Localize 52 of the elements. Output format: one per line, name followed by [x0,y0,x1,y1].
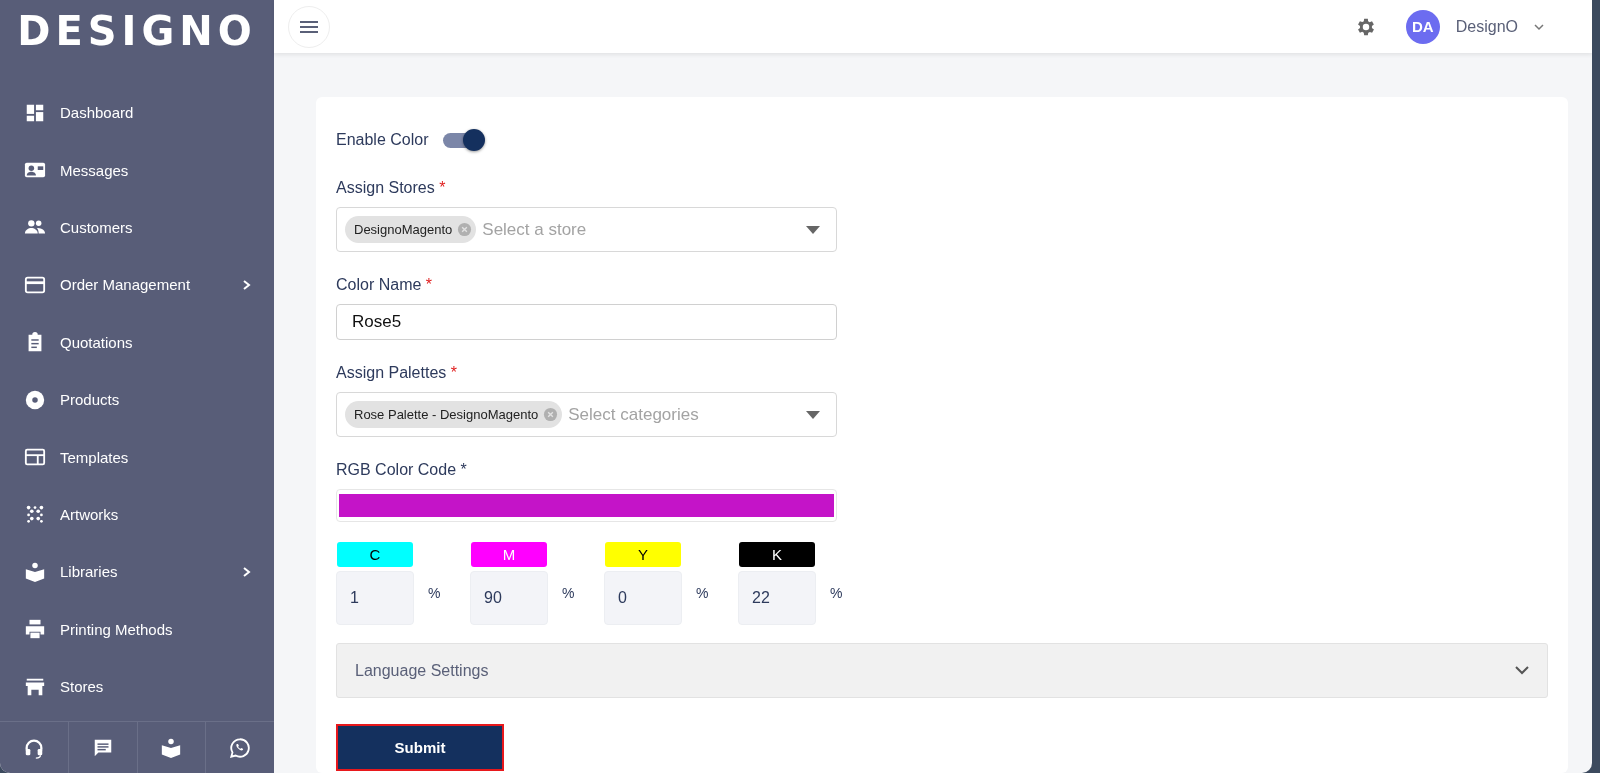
field-label: RGB Color Code * [336,461,468,479]
channel-label: M [471,542,547,567]
channel-label: C [337,542,413,567]
sidebar-item[interactable]: Templates [0,428,274,486]
tag-chip[interactable]: DesignoMagento [345,216,477,243]
sidebar-item[interactable]: Printing Methods [0,600,274,658]
reader-icon [160,736,183,759]
dropdown-caret-icon [806,410,820,419]
sidebar-item[interactable]: Artworks [0,485,274,544]
percent-field[interactable]: 90 [470,571,548,625]
text-field[interactable]: Rose5 [336,304,837,340]
remove-icon [457,222,473,237]
field-label: Assign Stores * [336,179,447,197]
accordion-header[interactable]: Language Settings [336,643,1548,698]
submit-button[interactable]: Submit [336,724,504,771]
channel-label: Y [605,542,681,567]
percent-field[interactable]: 1 [336,571,414,625]
dots-icon [24,503,46,526]
select-field[interactable]: DesignoMagento Select a store [336,207,837,252]
caret-icon [1534,21,1544,32]
sidebar-item[interactable]: Messages [0,141,274,199]
logo: DESIGNO [16,7,258,56]
unit-label: % [562,585,575,601]
sidebar-item[interactable]: Products [0,370,274,429]
sidebar-item[interactable]: Dashboard [0,84,274,142]
toggle-label: Enable Color [336,131,429,149]
remove-icon [543,407,559,422]
unit-label: % [428,585,441,601]
field-label: Assign Palettes * [336,364,458,382]
printer-icon [24,618,46,641]
select-field[interactable]: Rose Palette - DesignoMagento Select categories [336,392,837,437]
toggle-switch[interactable] [442,128,487,152]
sidebar-item[interactable]: Stores [0,657,274,716]
unit-label: % [830,585,843,601]
tag-chip[interactable]: Rose Palette - DesignoMagento [345,401,563,428]
unit-label: % [696,585,709,601]
user-name[interactable]: DesignO [1455,17,1518,36]
menu-icon [299,18,319,35]
percent-field[interactable]: 0 [604,571,682,625]
chevron-down-icon [1515,666,1529,675]
disc-icon [24,388,46,411]
field-label: Color Name * [336,276,434,294]
whatsapp-icon [229,736,252,759]
user-avatar[interactable]: DA [1405,9,1440,44]
dropdown-caret-icon [806,225,820,234]
sidebar-item[interactable]: Customers [0,198,274,257]
sidebar-item[interactable]: Order Management [0,256,274,314]
sidebar-item[interactable]: Quotations [0,313,274,371]
percent-field[interactable]: 22 [738,571,816,625]
reader-icon [24,560,46,583]
channel-label: K [739,542,815,567]
sidebar-item[interactable]: Libraries [0,543,274,601]
